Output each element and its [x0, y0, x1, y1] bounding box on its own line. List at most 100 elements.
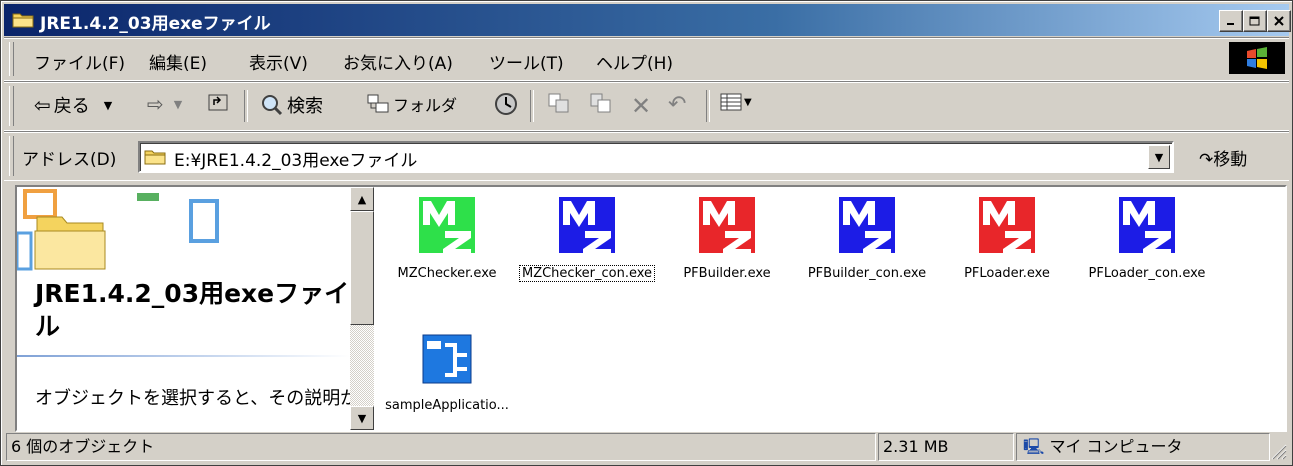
status-zone: 🖳 マイ コンピュータ: [1016, 433, 1270, 461]
menu-bar: ファイル(F) 編集(E) 表示(V) お気に入り(A) ツール(T) ヘルプ(…: [4, 37, 1289, 81]
application-icon: [422, 334, 472, 384]
scroll-thumb[interactable]: [350, 211, 374, 325]
go-button[interactable]: ↷移動: [1199, 145, 1247, 170]
address-bar: アドレス(D) E:¥JRE1.4.2_03用exeファイル ▼ ↷移動: [4, 131, 1289, 181]
vertical-scrollbar[interactable]: ▲ ▼: [350, 187, 374, 430]
undo-icon: ↶: [668, 92, 687, 117]
folders-label: フォルダ: [393, 96, 458, 115]
file-item[interactable]: PFLoader_con.exe: [1077, 187, 1217, 281]
file-name-label: MZChecker_con.exe: [518, 265, 656, 282]
file-item[interactable]: PFLoader.exe: [937, 187, 1077, 281]
up-folder-icon: [208, 94, 228, 111]
status-zone-label: マイ コンピュータ: [1049, 437, 1183, 456]
delete-button[interactable]: ✕: [631, 92, 651, 120]
menu-view[interactable]: 表示(V): [249, 49, 308, 74]
pane-folder-title: JRE1.4.2_03用exeファイル: [35, 279, 350, 341]
minimize-icon: [1227, 23, 1234, 25]
mz-app-icon: [979, 197, 1035, 255]
pane-divider: [17, 355, 350, 357]
scroll-up-button[interactable]: ▲: [350, 187, 374, 211]
file-name-label: PFLoader_con.exe: [1088, 266, 1206, 281]
chevron-down-icon: ▼: [1154, 150, 1164, 164]
folder-view[interactable]: JRE1.4.2_03用exeファイル オブジェクトを選択すると、その説明が表示…: [15, 185, 1287, 432]
chevron-down-icon: ▼: [357, 411, 367, 425]
windows-flag-icon: [1247, 47, 1267, 69]
forward-button[interactable]: ⇨ ▼: [147, 92, 182, 116]
file-name-label: PFLoader.exe: [964, 266, 1050, 281]
address-grip[interactable]: [9, 136, 14, 176]
file-name-label: PFBuilder_con.exe: [807, 266, 927, 281]
mz-app-icon: [699, 197, 755, 255]
pane-description: オブジェクトを選択すると、その説明が表示されます。: [35, 388, 350, 409]
file-item[interactable]: PFBuilder_con.exe: [797, 187, 937, 281]
menu-edit[interactable]: 編集(E): [149, 49, 207, 74]
forward-dropdown-icon[interactable]: ▼: [174, 98, 182, 111]
folder-icon: [144, 150, 166, 165]
file-name-label: MZChecker.exe: [397, 266, 497, 281]
views-button[interactable]: ▼: [720, 92, 752, 112]
copy-to-button[interactable]: [589, 92, 613, 114]
folder-icon: [12, 13, 34, 28]
menu-grip[interactable]: [9, 42, 14, 76]
mz-app-icon: [839, 197, 895, 255]
folders-button[interactable]: フォルダ: [366, 92, 457, 116]
toolbar-separator: [530, 90, 534, 122]
back-arrow-icon: ⇦: [34, 93, 51, 117]
web-view-pane: JRE1.4.2_03用exeファイル オブジェクトを選択すると、その説明が表示…: [17, 187, 350, 430]
chevron-up-icon: ▲: [357, 192, 367, 206]
menu-file[interactable]: ファイル(F): [34, 49, 125, 74]
back-button[interactable]: ⇦ 戻る ▼: [34, 92, 112, 118]
toolbar-separator: [244, 90, 248, 122]
up-folder-button[interactable]: [207, 92, 229, 112]
mz-app-icon: [559, 197, 615, 255]
forward-arrow-icon: ⇨: [147, 92, 164, 116]
views-grid-icon: [720, 93, 742, 111]
back-label: 戻る: [53, 96, 90, 117]
explorer-window: JRE1.4.2_03用exeファイル ファイル(F) 編集(E) 表示(V) …: [0, 0, 1293, 466]
windows-logo: [1229, 42, 1285, 74]
maximize-icon: [1249, 16, 1260, 25]
menu-help[interactable]: ヘルプ(H): [596, 49, 673, 74]
title-bar[interactable]: JRE1.4.2_03用exeファイル: [4, 4, 1291, 36]
history-clock-icon: [495, 93, 517, 115]
file-item[interactable]: PFBuilder.exe: [657, 187, 797, 281]
go-arrow-icon: ↷: [1199, 150, 1214, 170]
move-to-icon: [548, 93, 569, 113]
move-to-button[interactable]: [547, 92, 571, 114]
scroll-down-button[interactable]: ▼: [350, 406, 374, 430]
address-input[interactable]: E:¥JRE1.4.2_03用exeファイル ▼: [138, 141, 1174, 173]
mz-app-icon: [419, 197, 475, 255]
menu-tools[interactable]: ツール(T): [489, 49, 564, 74]
go-label: 移動: [1213, 150, 1248, 170]
status-size: 2.31 MB: [878, 433, 1014, 461]
file-name-label: PFBuilder.exe: [683, 266, 771, 281]
my-computer-icon: 🖳: [1023, 437, 1045, 456]
address-dropdown-button[interactable]: ▼: [1148, 145, 1170, 169]
copy-to-icon: [590, 93, 611, 113]
search-label: 検索: [287, 96, 323, 117]
close-icon: [1274, 16, 1284, 26]
folder-banner-icon: [17, 189, 219, 271]
file-item[interactable]: sampleApplicatio...: [377, 319, 517, 413]
resize-grip-icon[interactable]: [1269, 442, 1287, 460]
window-title: JRE1.4.2_03用exeファイル: [40, 14, 271, 34]
address-path[interactable]: E:¥JRE1.4.2_03用exeファイル: [174, 146, 417, 171]
menu-favorites[interactable]: お気に入り(A): [343, 49, 453, 74]
undo-button[interactable]: ↶: [668, 92, 686, 117]
status-bar: 6 個のオブジェクト 2.31 MB 🖳 マイ コンピュータ: [4, 432, 1289, 462]
toolbar-separator: [706, 90, 710, 122]
minimize-button[interactable]: [1219, 10, 1243, 32]
close-button[interactable]: [1267, 10, 1291, 32]
status-object-count: 6 個のオブジェクト: [6, 433, 876, 461]
search-icon: [262, 95, 283, 116]
back-dropdown-icon[interactable]: ▼: [104, 99, 112, 112]
toolbar-grip[interactable]: [9, 86, 14, 126]
maximize-button[interactable]: [1243, 10, 1267, 32]
file-item[interactable]: MZChecker_con.exe: [517, 187, 657, 282]
history-button[interactable]: [494, 92, 518, 116]
file-item[interactable]: MZChecker.exe: [377, 187, 517, 281]
address-label: アドレス(D): [22, 150, 117, 170]
search-button[interactable]: 検索: [260, 92, 323, 118]
views-dropdown-icon: ▼: [744, 96, 752, 108]
file-list: MZChecker.exe MZChecker_con.exe PFBuilder.…: [377, 187, 1285, 430]
